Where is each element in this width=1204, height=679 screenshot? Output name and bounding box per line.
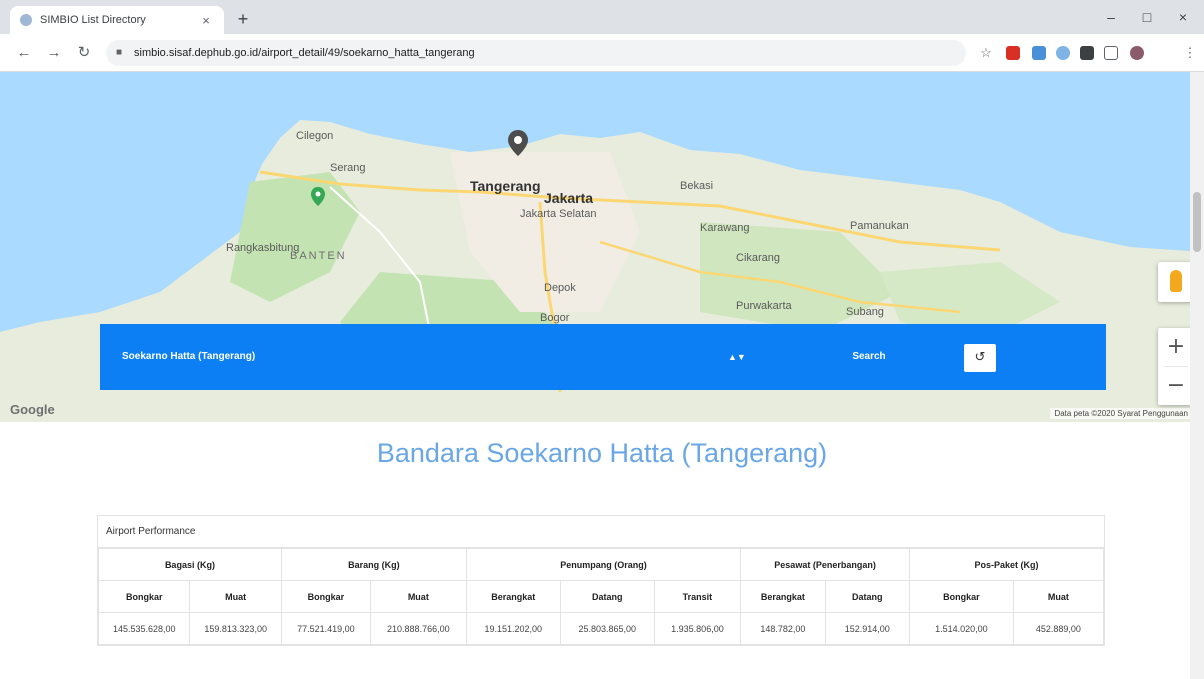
column-header: Bongkar [908, 580, 1014, 613]
map-label: Rangkasbitung [226, 242, 300, 254]
column-header: Transit [653, 580, 742, 613]
back-icon[interactable]: ← [14, 43, 34, 63]
table-cell: 19.151.202,00 [465, 612, 561, 645]
extension-icon[interactable] [1056, 46, 1070, 60]
table-row: 145.535.628,00 159.813.323,00 77.521.419… [97, 612, 1105, 645]
group-header: Bagasi (Kg) [98, 548, 282, 581]
group-header: Pos-Paket (Kg) [908, 548, 1105, 581]
map-attribution[interactable]: Data peta ©2020 Syarat Penggunaan [1050, 408, 1192, 419]
url-text: simbio.sisaf.dephub.go.id/airport_detail… [134, 47, 475, 59]
column-header: Datang [559, 580, 655, 613]
column-header: Muat [189, 580, 282, 613]
zoom-out-button[interactable]: − [1158, 367, 1194, 405]
table-cell: 152.914,00 [824, 612, 910, 645]
table-cell: 148.782,00 [740, 612, 826, 645]
map-label: Subang [846, 306, 884, 318]
select-caret-icon[interactable]: ▲▼ [728, 346, 746, 368]
minimize-button[interactable]: – [1096, 6, 1126, 28]
table-cell: 25.803.865,00 [559, 612, 655, 645]
lock-icon: ■ [116, 47, 123, 58]
table-cell: 210.888.766,00 [369, 612, 467, 645]
forward-icon[interactable]: → [44, 43, 64, 63]
zoom-in-button[interactable]: + [1158, 328, 1194, 366]
column-header: Muat [369, 580, 467, 613]
google-logo: Google [10, 402, 55, 417]
street-view-pegman-icon[interactable] [1158, 262, 1194, 302]
map-label: Depok [544, 282, 576, 294]
map-label: Cikarang [736, 252, 781, 264]
page-title: Bandara Soekarno Hatta (Tangerang) [376, 438, 828, 468]
performance-table: Bagasi (Kg) Barang (Kg) Penumpang (Orang… [97, 548, 1105, 645]
table-cell: 159.813.323,00 [189, 612, 282, 645]
menu-kebab-icon[interactable]: ⋮ [1180, 43, 1200, 63]
map-label: Pamanukan [850, 220, 909, 232]
window-close-button[interactable]: × [1168, 6, 1198, 28]
group-header: Barang (Kg) [280, 548, 467, 581]
maximize-button[interactable]: □ [1132, 6, 1162, 28]
table-cell: 1.514.020,00 [908, 612, 1014, 645]
search-button[interactable]: Search [844, 346, 894, 368]
column-header: Datang [824, 580, 910, 613]
map-label: Bekasi [680, 180, 714, 192]
column-header: Bongkar [97, 580, 191, 613]
table-cell: 1.935.806,00 [653, 612, 742, 645]
new-tab-button[interactable]: + [232, 8, 254, 30]
scrollbar-thumb[interactable] [1193, 192, 1201, 252]
column-header: Muat [1012, 580, 1105, 613]
bookmark-star-icon[interactable]: ☆ [976, 43, 996, 63]
map-label: Karawang [700, 222, 750, 234]
airport-performance-card: Airport Performance Bagasi (Kg) Barang (… [97, 515, 1105, 646]
map-label: Bogor [540, 312, 570, 324]
airport-search-bar: Soekarno Hatta (Tangerang) ▲▼ Search ↺ [100, 324, 1106, 390]
browser-tab-bar: SIMBIO List Directory × + – □ × [0, 0, 1204, 34]
extension-icon[interactable] [1006, 46, 1020, 60]
zoom-controls: + − [1158, 328, 1194, 405]
browser-toolbar: ← → ↻ ■ simbio.sisaf.dephub.go.id/airpor… [0, 34, 1204, 72]
address-bar[interactable]: ■ simbio.sisaf.dephub.go.id/airport_deta… [106, 40, 966, 66]
favicon-icon [20, 14, 32, 26]
group-header: Pesawat (Penerbangan) [740, 548, 910, 581]
media-icon[interactable] [1104, 46, 1118, 60]
table-cell: 145.535.628,00 [97, 612, 191, 645]
page-scrollbar[interactable] [1190, 72, 1204, 679]
extension-icon[interactable] [1032, 46, 1046, 60]
column-header: Berangkat [465, 580, 561, 613]
tab-close-icon[interactable]: × [198, 13, 214, 28]
reload-icon[interactable]: ↻ [74, 43, 94, 63]
column-header: Berangkat [740, 580, 826, 613]
extensions-puzzle-icon[interactable] [1080, 46, 1094, 60]
table-group-row: Bagasi (Kg) Barang (Kg) Penumpang (Orang… [98, 548, 1105, 581]
map-label: Purwakarta [736, 300, 792, 312]
tab-title: SIMBIO List Directory [40, 14, 146, 26]
group-header: Penumpang (Orang) [465, 548, 742, 581]
card-header: Airport Performance [98, 516, 1104, 548]
airport-select[interactable]: Soekarno Hatta (Tangerang) [122, 346, 762, 368]
browser-tab[interactable]: SIMBIO List Directory × [10, 6, 224, 34]
column-header: Bongkar [280, 580, 371, 613]
reset-icon[interactable]: ↺ [964, 344, 996, 372]
table-cell: 77.521.419,00 [280, 612, 371, 645]
map-label: Jakarta [544, 190, 594, 206]
map-label: Cilegon [296, 130, 334, 142]
map-label: Jakarta Selatan [520, 208, 597, 220]
table-subheader-row: Bongkar Muat Bongkar Muat Berangkat Data… [97, 580, 1105, 613]
map-label: Serang [330, 162, 366, 174]
table-cell: 452.889,00 [1012, 612, 1105, 645]
profile-avatar[interactable] [1130, 46, 1144, 60]
map-label: Tangerang [470, 178, 541, 194]
